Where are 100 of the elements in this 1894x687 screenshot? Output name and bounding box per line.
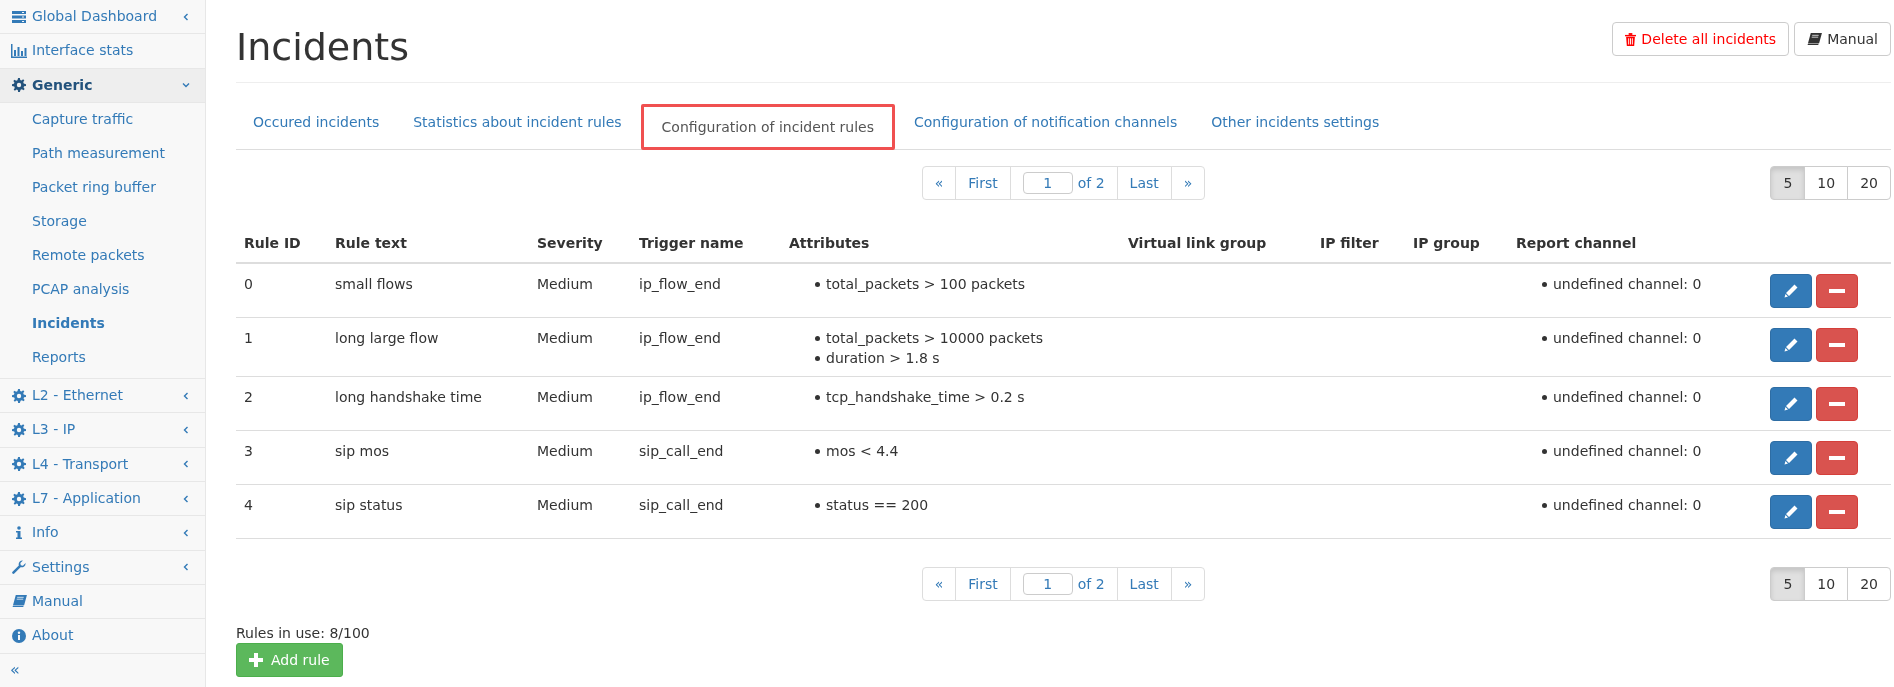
sidebar-item[interactable]: Info bbox=[0, 516, 205, 551]
server-stack-icon bbox=[11, 9, 27, 24]
sidebar-subitem[interactable]: Remote packets bbox=[0, 239, 205, 273]
delete-button[interactable] bbox=[1816, 328, 1858, 362]
sidebar-subitem[interactable]: Path measurement bbox=[0, 137, 205, 171]
chevron-left-icon bbox=[181, 493, 191, 504]
next-page-button[interactable]: » bbox=[1170, 166, 1206, 200]
gear-icon bbox=[11, 491, 27, 506]
sidebar-subitem[interactable]: Storage bbox=[0, 205, 205, 239]
sidebar-item[interactable]: Generic bbox=[0, 68, 205, 103]
edit-button[interactable] bbox=[1770, 495, 1812, 529]
tab[interactable]: Configuration of notification channels bbox=[898, 101, 1194, 143]
minus-icon bbox=[1829, 456, 1845, 460]
pencil-icon bbox=[1783, 283, 1799, 299]
delete-button[interactable] bbox=[1816, 441, 1858, 475]
page-title: Incidents bbox=[236, 25, 410, 69]
table-cell: Medium bbox=[537, 443, 593, 459]
column-header: Attributes bbox=[781, 228, 1120, 263]
page-size-button[interactable]: 10 bbox=[1804, 166, 1849, 200]
last-page-button[interactable]: Last bbox=[1116, 166, 1172, 200]
sidebar-item[interactable]: Manual bbox=[0, 584, 205, 620]
page-count-text: of 2 bbox=[1077, 173, 1105, 193]
table-cell: ip_flow_end bbox=[639, 276, 721, 292]
list-item-text: undefined channel: 0 bbox=[1553, 329, 1702, 348]
table-cell: ip_flow_end bbox=[639, 330, 721, 346]
chevron-left-icon bbox=[181, 424, 191, 435]
edit-button[interactable] bbox=[1770, 387, 1812, 421]
gear-icon bbox=[11, 388, 27, 403]
column-header: Report channel bbox=[1508, 228, 1762, 263]
page-size-button[interactable]: 10 bbox=[1804, 567, 1849, 601]
list-item-text: undefined channel: 0 bbox=[1553, 496, 1702, 515]
list-item-text: undefined channel: 0 bbox=[1553, 388, 1702, 407]
page-size-button[interactable]: 20 bbox=[1847, 567, 1891, 601]
gear-icon bbox=[11, 78, 27, 93]
page-number-field[interactable]: 1 bbox=[1022, 573, 1073, 595]
sidebar-subitem[interactable]: Packet ring buffer bbox=[0, 171, 205, 205]
page-size-button[interactable]: 5 bbox=[1770, 567, 1806, 601]
page-number-field[interactable]: 1 bbox=[1022, 172, 1073, 194]
gear-icon bbox=[11, 457, 27, 472]
table-cell: 4 bbox=[244, 497, 253, 513]
sidebar-item[interactable]: L3 - IP bbox=[0, 413, 205, 448]
tab[interactable]: Occured incidents bbox=[237, 101, 396, 143]
first-page-button[interactable]: First bbox=[955, 166, 1011, 200]
chevron-left-icon bbox=[181, 11, 191, 22]
delete-button[interactable] bbox=[1816, 495, 1858, 529]
trash-icon bbox=[1625, 32, 1637, 46]
bar-chart-icon bbox=[11, 44, 27, 58]
sidebar-subitem[interactable]: Capture traffic bbox=[0, 103, 205, 137]
pencil-icon bbox=[1783, 504, 1799, 520]
page-size-button[interactable]: 20 bbox=[1847, 166, 1891, 200]
sidebar-item[interactable]: L4 - Transport bbox=[0, 447, 205, 482]
collapse-sidebar-button[interactable]: « bbox=[0, 653, 205, 687]
sidebar-subitem[interactable]: Reports bbox=[0, 341, 205, 375]
next-page-button[interactable]: » bbox=[1170, 567, 1206, 601]
sidebar-item[interactable]: L7 - Application bbox=[0, 481, 205, 517]
minus-icon bbox=[1829, 343, 1845, 347]
sidebar-subitem[interactable]: Incidents bbox=[0, 307, 205, 341]
column-header: Trigger name bbox=[631, 228, 781, 263]
delete-button[interactable] bbox=[1816, 387, 1858, 421]
add-rule-button[interactable]: Add rule bbox=[236, 643, 343, 677]
sidebar-item[interactable]: Global Dashboard bbox=[0, 0, 205, 35]
gear-icon bbox=[11, 422, 27, 437]
minus-icon bbox=[1829, 510, 1845, 514]
column-header: Rule text bbox=[327, 228, 529, 263]
manual-button[interactable]: Manual bbox=[1794, 22, 1891, 56]
table-cell: small flows bbox=[335, 276, 413, 292]
column-header: Virtual link group bbox=[1120, 228, 1312, 263]
table-cell: long large flow bbox=[335, 330, 439, 346]
table-cell: Medium bbox=[537, 276, 593, 292]
list-item-text: mos < 4.4 bbox=[826, 442, 899, 461]
first-page-button[interactable]: First bbox=[955, 567, 1011, 601]
sidebar-item[interactable]: Interface stats bbox=[0, 34, 205, 69]
delete-all-button[interactable]: Delete all incidents bbox=[1612, 22, 1790, 56]
edit-button[interactable] bbox=[1770, 274, 1812, 308]
tab[interactable]: Statistics about incident rules bbox=[397, 101, 638, 143]
sidebar-subitem[interactable]: PCAP analysis bbox=[0, 273, 205, 307]
chevron-left-icon bbox=[181, 527, 191, 538]
page-count-text: of 2 bbox=[1077, 574, 1105, 594]
tab[interactable]: Configuration of incident rules bbox=[640, 104, 896, 150]
sidebar-item[interactable]: About bbox=[0, 619, 205, 654]
tab[interactable]: Other incidents settings bbox=[1195, 101, 1396, 143]
sidebar-item[interactable]: L2 - Ethernet bbox=[0, 379, 205, 414]
book-icon bbox=[11, 595, 27, 609]
delete-button[interactable] bbox=[1816, 274, 1858, 308]
column-header: IP filter bbox=[1312, 228, 1405, 263]
last-page-button[interactable]: Last bbox=[1116, 567, 1172, 601]
column-header: Severity bbox=[529, 228, 631, 263]
page-size-button[interactable]: 5 bbox=[1770, 166, 1806, 200]
list-item-text: total_packets > 100 packets bbox=[826, 275, 1026, 294]
previous-page-button[interactable]: « bbox=[921, 567, 957, 601]
minus-icon bbox=[1829, 402, 1845, 406]
list-item-text: duration > 1.8 s bbox=[826, 349, 940, 368]
table-cell: sip_call_end bbox=[639, 497, 724, 513]
edit-button[interactable] bbox=[1770, 441, 1812, 475]
table-cell: 0 bbox=[244, 276, 253, 292]
previous-page-button[interactable]: « bbox=[921, 166, 957, 200]
table-cell: long handshake time bbox=[335, 389, 482, 405]
sidebar-item[interactable]: Settings bbox=[0, 550, 205, 585]
edit-button[interactable] bbox=[1770, 328, 1812, 362]
minus-icon bbox=[1829, 289, 1845, 293]
